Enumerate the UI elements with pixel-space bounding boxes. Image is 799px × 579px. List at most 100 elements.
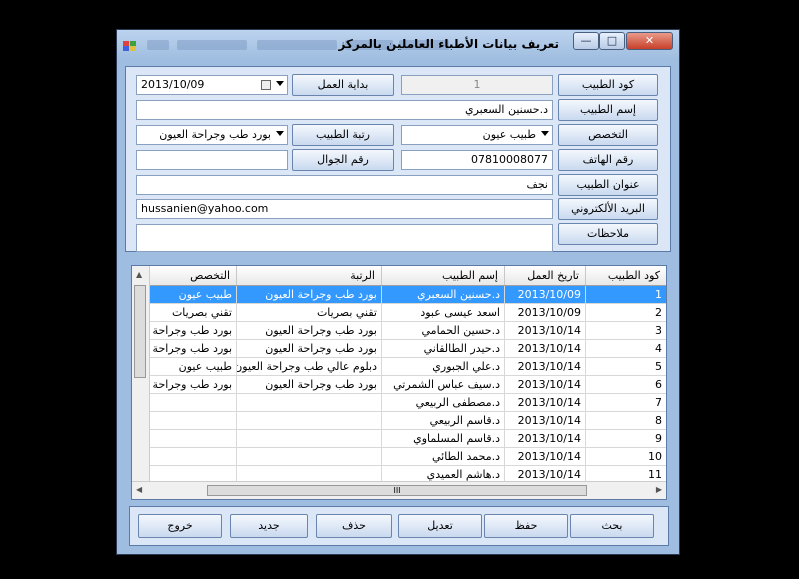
column-header-rank[interactable]: الرتبة xyxy=(236,266,381,285)
name-label-button[interactable]: إسم الطبيب xyxy=(558,99,658,121)
notes-label-button[interactable]: ملاحظات xyxy=(558,223,658,245)
cell-rank[interactable]: بورد طب وجراحة العيون xyxy=(236,286,381,303)
cell-name[interactable]: د.مصطفى الربيعي xyxy=(381,394,504,411)
cell-date[interactable]: 2013/10/14 xyxy=(504,358,585,375)
table-row[interactable]: 9 2013/10/14 د.قاسم المسلماوي xyxy=(149,430,666,448)
cell-rank[interactable]: بورد طب وجراحة العيون xyxy=(236,322,381,339)
specialty-combobox[interactable]: طبيب عيون xyxy=(401,125,553,145)
cell-date[interactable]: 2013/10/14 xyxy=(504,322,585,339)
exit-button[interactable]: خروج xyxy=(138,514,222,538)
specialty-label-button[interactable]: التخصص xyxy=(558,124,658,146)
address-label-button[interactable]: عنوان الطبيب xyxy=(558,174,658,196)
cell-rank[interactable] xyxy=(236,412,381,429)
cell-spec[interactable]: طبيب عيون xyxy=(149,286,236,303)
cell-spec[interactable]: بورد طب وجراحة ال xyxy=(149,340,236,357)
cell-name[interactable]: د.علي الجبوري xyxy=(381,358,504,375)
cell-code[interactable]: 1 xyxy=(585,286,666,303)
cell-rank[interactable] xyxy=(236,394,381,411)
title-bar[interactable]: تعريف بيانات الأطباء العاملين بالمركز — … xyxy=(117,30,679,60)
cell-date[interactable]: 2013/10/14 xyxy=(504,412,585,429)
chevron-down-icon[interactable] xyxy=(276,131,284,136)
cell-date[interactable]: 2013/10/09 xyxy=(504,304,585,321)
cell-date[interactable]: 2013/10/14 xyxy=(504,376,585,393)
rank-combobox[interactable]: بورد طب وجراحة العيون xyxy=(136,125,288,145)
mobile-field[interactable] xyxy=(136,150,288,170)
cell-name[interactable]: د.حسنين السعبري xyxy=(381,286,504,303)
scroll-right-icon[interactable]: ▶ xyxy=(656,485,662,494)
start-date-picker[interactable]: 2013/10/09 xyxy=(136,75,288,95)
code-field[interactable]: 1 xyxy=(401,75,553,95)
cell-date[interactable]: 2013/10/14 xyxy=(504,448,585,465)
table-row[interactable]: 6 2013/10/14 د.سيف عباس الشمرتي بورد طب وجر… xyxy=(149,376,666,394)
cell-spec[interactable]: بورد طب وجراحة ال xyxy=(149,322,236,339)
table-row[interactable]: 7 2013/10/14 د.مصطفى الربيعي xyxy=(149,394,666,412)
cell-name[interactable]: د.قاسم الربيعي xyxy=(381,412,504,429)
column-header-code[interactable]: كود الطبيب xyxy=(585,266,666,285)
cell-rank[interactable]: بورد طب وجراحة العيون xyxy=(236,376,381,393)
cell-date[interactable]: 2013/10/09 xyxy=(504,286,585,303)
scroll-up-icon[interactable]: ▲ xyxy=(136,270,142,279)
column-header-specialty[interactable]: التخصص xyxy=(149,266,236,285)
calendar-icon[interactable] xyxy=(261,80,271,90)
column-header-date[interactable]: تاريخ العمل xyxy=(504,266,585,285)
cell-code[interactable]: 4 xyxy=(585,340,666,357)
mobile-label-button[interactable]: رقم الجوال xyxy=(292,149,394,171)
address-field[interactable]: نجف xyxy=(136,175,553,195)
cell-spec[interactable] xyxy=(149,430,236,447)
doctors-grid[interactable]: كود الطبيب تاريخ العمل إسم الطبيب الرتبة… xyxy=(131,265,667,500)
table-row[interactable]: 1 2013/10/09 د.حسنين السعبري بورد طب وجراحة… xyxy=(149,286,666,304)
column-header-name[interactable]: إسم الطبيب xyxy=(381,266,504,285)
horizontal-scroll-thumb[interactable]: III xyxy=(207,485,587,496)
chevron-down-icon[interactable] xyxy=(541,131,549,136)
cell-date[interactable]: 2013/10/14 xyxy=(504,430,585,447)
cell-name[interactable]: د.حسين الحمامي xyxy=(381,322,504,339)
edit-button[interactable]: تعديل xyxy=(398,514,482,538)
cell-rank[interactable]: بورد طب وجراحة العيون xyxy=(236,340,381,357)
table-row[interactable]: 5 2013/10/14 د.علي الجبوري دبلوم عالي طب وج… xyxy=(149,358,666,376)
close-button[interactable]: ✕ xyxy=(626,32,673,50)
cell-spec[interactable]: بورد طب وجراحة ال xyxy=(149,376,236,393)
cell-spec[interactable]: تقني بصريات xyxy=(149,304,236,321)
phone-field[interactable]: 07810008077 xyxy=(401,150,553,170)
cell-rank[interactable] xyxy=(236,430,381,447)
email-label-button[interactable]: البريد الألكتروني xyxy=(558,198,658,220)
cell-code[interactable]: 9 xyxy=(585,430,666,447)
cell-code[interactable]: 6 xyxy=(585,376,666,393)
minimize-button[interactable]: — xyxy=(573,32,599,50)
start-date-label-button[interactable]: بداية العمل xyxy=(292,74,394,96)
cell-name[interactable]: د.قاسم المسلماوي xyxy=(381,430,504,447)
horizontal-scrollbar[interactable]: ◀ III ▶ xyxy=(132,481,666,499)
scroll-left-icon[interactable]: ◀ xyxy=(136,485,142,494)
cell-code[interactable]: 5 xyxy=(585,358,666,375)
table-row[interactable]: 4 2013/10/14 د.حيدر الطالقاني بورد طب وجراح… xyxy=(149,340,666,358)
new-button[interactable]: جديد xyxy=(230,514,308,538)
delete-button[interactable]: حذف xyxy=(316,514,392,538)
cell-name[interactable]: د.حيدر الطالقاني xyxy=(381,340,504,357)
vertical-scrollbar[interactable]: ▲ xyxy=(132,266,150,483)
cell-code[interactable]: 10 xyxy=(585,448,666,465)
chevron-down-icon[interactable] xyxy=(276,81,284,86)
code-label-button[interactable]: كود الطبيب xyxy=(558,74,658,96)
cell-code[interactable]: 3 xyxy=(585,322,666,339)
app-icon[interactable] xyxy=(123,39,137,51)
cell-spec[interactable] xyxy=(149,394,236,411)
email-field[interactable]: hussanien@yahoo.com xyxy=(136,199,553,219)
table-row[interactable]: 10 2013/10/14 د.محمد الطائي xyxy=(149,448,666,466)
cell-date[interactable]: 2013/10/14 xyxy=(504,340,585,357)
cell-spec[interactable] xyxy=(149,412,236,429)
cell-name[interactable]: د.سيف عباس الشمرتي xyxy=(381,376,504,393)
phone-label-button[interactable]: رقم الهاتف xyxy=(558,149,658,171)
cell-rank[interactable] xyxy=(236,448,381,465)
cell-date[interactable]: 2013/10/14 xyxy=(504,394,585,411)
search-button[interactable]: بحث xyxy=(570,514,654,538)
save-button[interactable]: حفظ xyxy=(484,514,568,538)
cell-code[interactable]: 7 xyxy=(585,394,666,411)
cell-name[interactable]: د.محمد الطائي xyxy=(381,448,504,465)
rank-label-button[interactable]: رتبة الطبيب xyxy=(292,124,394,146)
cell-name[interactable]: اسعد عيسى عبود xyxy=(381,304,504,321)
maximize-button[interactable]: □ xyxy=(599,32,625,50)
doctor-name-field[interactable]: د.حسنين السعبري xyxy=(136,100,553,120)
cell-spec[interactable]: طبيب عيون xyxy=(149,358,236,375)
table-row[interactable]: 2 2013/10/09 اسعد عيسى عبود تقني بصريات تقني… xyxy=(149,304,666,322)
notes-field[interactable] xyxy=(136,224,553,252)
